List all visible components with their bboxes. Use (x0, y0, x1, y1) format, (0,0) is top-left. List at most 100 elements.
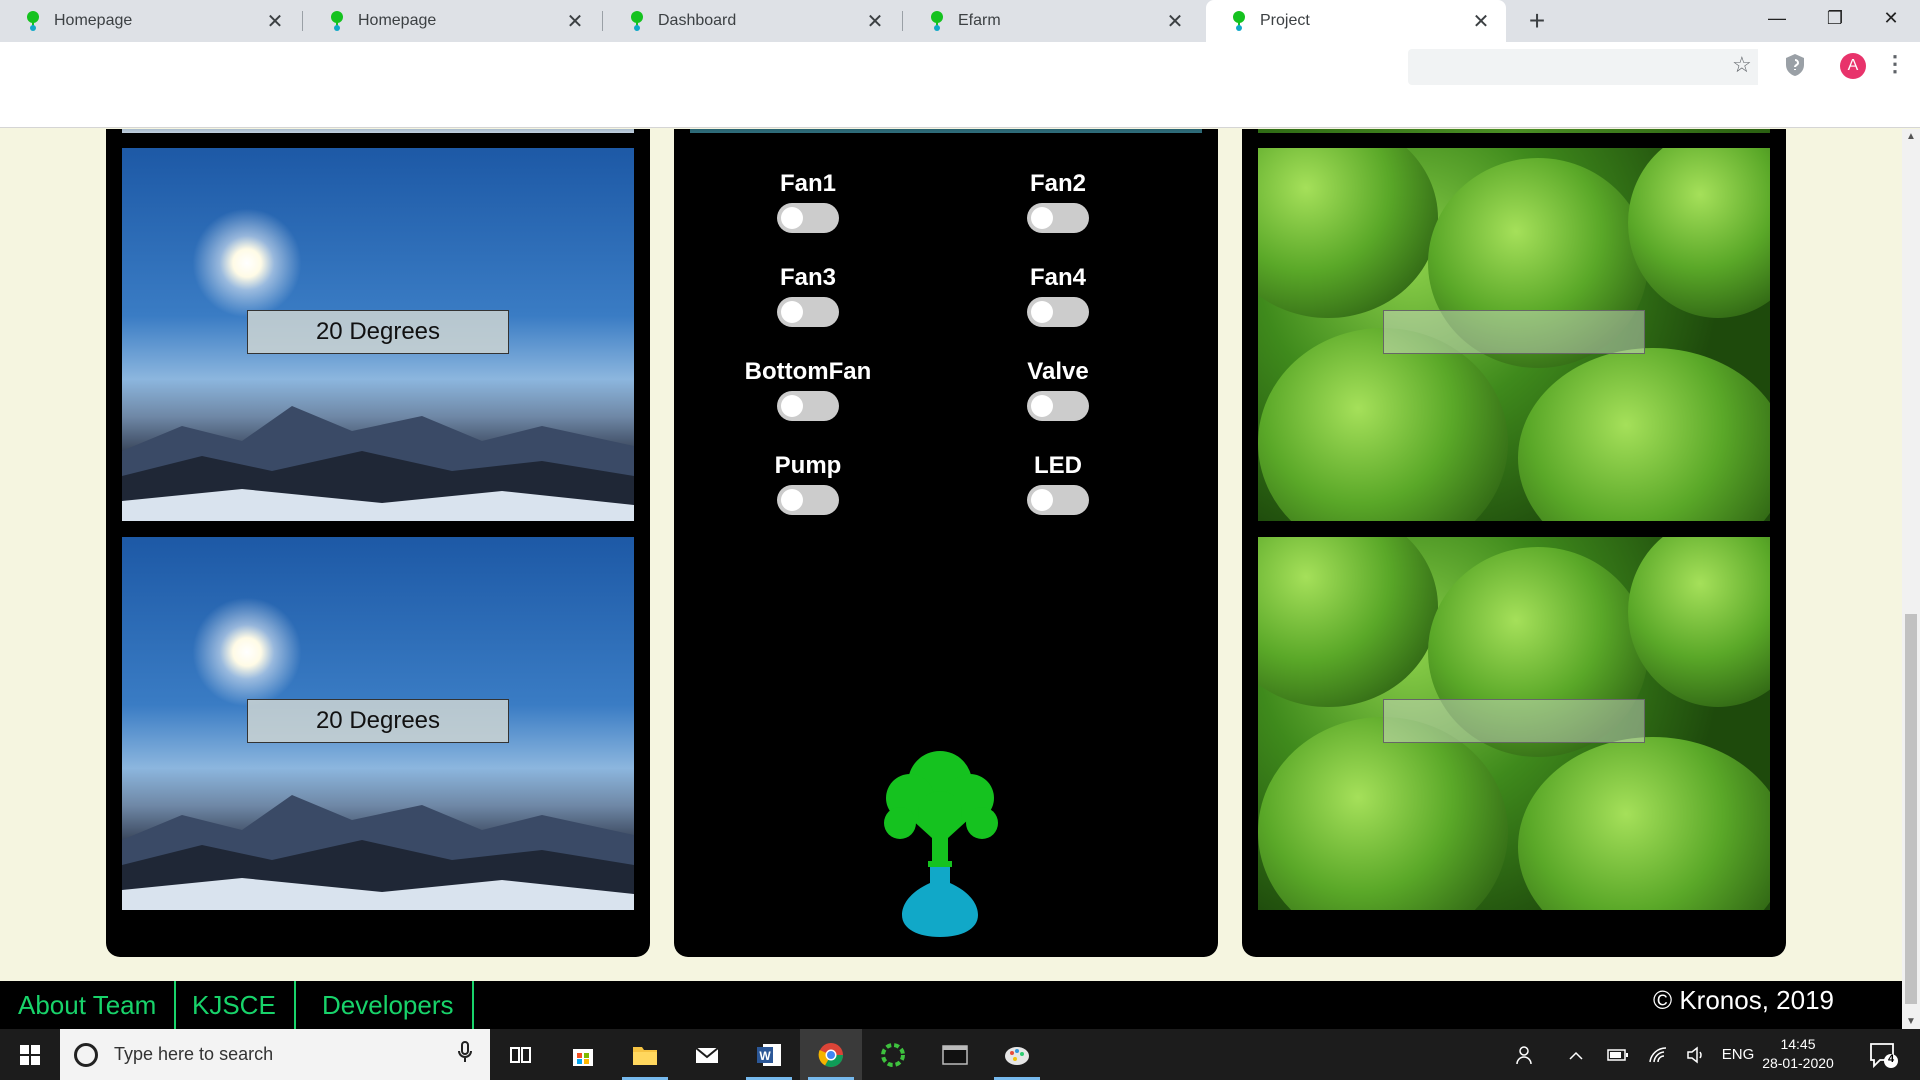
tab-close-icon[interactable]: ✕ (1470, 9, 1492, 34)
minimize-button[interactable]: — (1748, 0, 1806, 38)
tree-flask-logo-icon (884, 751, 998, 937)
restore-button[interactable]: ❐ (1806, 0, 1864, 38)
led-toggle[interactable] (1027, 485, 1089, 515)
word-icon[interactable]: W (738, 1029, 800, 1080)
tab-close-icon[interactable]: ✕ (864, 9, 886, 34)
tab-close-icon[interactable]: ✕ (1164, 9, 1186, 34)
toggle-knob (1031, 301, 1053, 323)
leaf-shape (1518, 348, 1770, 521)
green-ring-app-icon[interactable] (862, 1029, 924, 1080)
control-label: Fan2 (1029, 170, 1086, 197)
control-label: Valve (1027, 358, 1089, 385)
tab-homepage-1[interactable]: Homepage ✕ (0, 0, 300, 42)
tab-close-icon[interactable]: ✕ (564, 9, 586, 34)
terminal-icon[interactable] (924, 1029, 986, 1080)
bottomfan-toggle[interactable] (777, 391, 839, 421)
water-image-partial (690, 129, 1202, 133)
tab-label: Project (1260, 12, 1310, 29)
profile-avatar[interactable]: A (1840, 53, 1866, 79)
close-window-button[interactable]: ✕ (1862, 0, 1920, 38)
footer-link-developers[interactable]: Developers (304, 981, 474, 1029)
tree-favicon-icon (926, 10, 948, 32)
tab-homepage-2[interactable]: Homepage ✕ (304, 0, 600, 42)
tab-label: Efarm (958, 12, 1001, 29)
tab-project[interactable]: Project ✕ (1206, 0, 1506, 42)
system-clock[interactable]: 14:45 28-01-2020 (1754, 1035, 1842, 1073)
tab-close-icon[interactable]: ✕ (264, 9, 286, 34)
bookmark-star-icon[interactable]: ☆ (1732, 52, 1752, 78)
pump-toggle[interactable] (777, 485, 839, 515)
paint-icon[interactable] (986, 1029, 1048, 1080)
mountains-image (122, 795, 634, 910)
control-label: LED (1034, 452, 1082, 479)
tab-label: Homepage (358, 12, 437, 29)
tray-overflow-chevron-icon[interactable] (1562, 1029, 1590, 1080)
fan2-toggle[interactable] (1027, 203, 1089, 233)
control-fan1: Fan1 (728, 169, 888, 238)
temperature-card-1: 20 Degrees (122, 148, 634, 521)
scroll-thumb[interactable] (1905, 614, 1917, 1004)
temperature-value-2: 20 Degrees (247, 699, 509, 743)
tab-efarm[interactable]: Efarm ✕ (904, 0, 1200, 42)
tab-label: Dashboard (658, 12, 737, 29)
control-valve: Valve (978, 357, 1138, 426)
toggle-knob (1031, 395, 1053, 417)
temperature-panel: 20 Degrees 20 Degrees (106, 129, 650, 957)
valve-toggle[interactable] (1027, 391, 1089, 421)
file-explorer-icon[interactable] (614, 1029, 676, 1080)
battery-icon[interactable] (1604, 1029, 1632, 1080)
shield-icon[interactable] (1784, 53, 1806, 77)
windows-taskbar: Type here to search W ENG 14:45 28-01-20… (0, 1029, 1920, 1080)
people-icon[interactable] (1510, 1029, 1542, 1080)
scroll-up-arrow-icon[interactable]: ▲ (1902, 131, 1920, 142)
tree-favicon-icon (326, 10, 348, 32)
task-view-icon[interactable] (490, 1029, 552, 1080)
toggle-knob (781, 301, 803, 323)
toggle-knob (1031, 207, 1053, 229)
clock-date: 28-01-2020 (1762, 1055, 1834, 1071)
address-bar[interactable] (1408, 49, 1758, 85)
fan1-toggle[interactable] (777, 203, 839, 233)
store-icon[interactable] (552, 1029, 614, 1080)
footer-link-about-team[interactable]: About Team (0, 981, 177, 1029)
language-indicator[interactable]: ENG (1718, 1029, 1758, 1080)
windows-logo-icon (20, 1045, 40, 1065)
control-fan4: Fan4 (978, 263, 1138, 332)
start-button[interactable] (0, 1029, 60, 1080)
tree-favicon-icon (22, 10, 44, 32)
control-label: Fan4 (1029, 264, 1086, 291)
toggle-knob (781, 395, 803, 417)
browser-menu-icon[interactable]: ⋮ (1884, 51, 1906, 77)
fan3-toggle[interactable] (777, 297, 839, 327)
humidity-value-1 (1383, 310, 1645, 354)
tree-favicon-icon (1228, 10, 1250, 32)
taskbar-search[interactable]: Type here to search (60, 1029, 490, 1080)
page-content: 20 Degrees 20 Degrees Fan1 Fan2 Fan3 Fan… (0, 129, 1902, 981)
humidity-card-1 (1258, 148, 1770, 521)
scroll-down-arrow-icon[interactable]: ▼ (1902, 1016, 1920, 1027)
temperature-card-2: 20 Degrees (122, 537, 634, 910)
controls-panel: Fan1 Fan2 Fan3 Fan4 BottomFan Valve Pump (674, 129, 1218, 957)
tab-dashboard[interactable]: Dashboard ✕ (604, 0, 900, 42)
leaf-shape (1628, 537, 1770, 707)
control-label: Pump (774, 452, 842, 479)
toggle-knob (781, 207, 803, 229)
toggle-knob (781, 489, 803, 511)
new-tab-button[interactable]: + (1520, 4, 1554, 38)
tree-favicon-icon (626, 10, 648, 32)
footer-link-kjsce[interactable]: KJSCE (174, 981, 296, 1029)
control-bottomfan: BottomFan (728, 357, 888, 426)
chrome-icon[interactable] (800, 1029, 862, 1080)
page-scrollbar[interactable]: ▲ ▼ (1902, 129, 1920, 1029)
tab-divider (902, 11, 903, 31)
volume-icon[interactable] (1682, 1029, 1710, 1080)
microphone-icon[interactable] (452, 1041, 478, 1068)
leaf-shape (1628, 148, 1770, 318)
action-center-button[interactable]: 4 (1868, 1041, 1898, 1069)
fan4-toggle[interactable] (1027, 297, 1089, 327)
copyright-text: © Kronos, 2019 (1652, 985, 1834, 1015)
mountains-image (122, 406, 634, 521)
wifi-icon[interactable] (1644, 1029, 1672, 1080)
cortana-circle-icon (74, 1042, 98, 1067)
mail-icon[interactable] (676, 1029, 738, 1080)
